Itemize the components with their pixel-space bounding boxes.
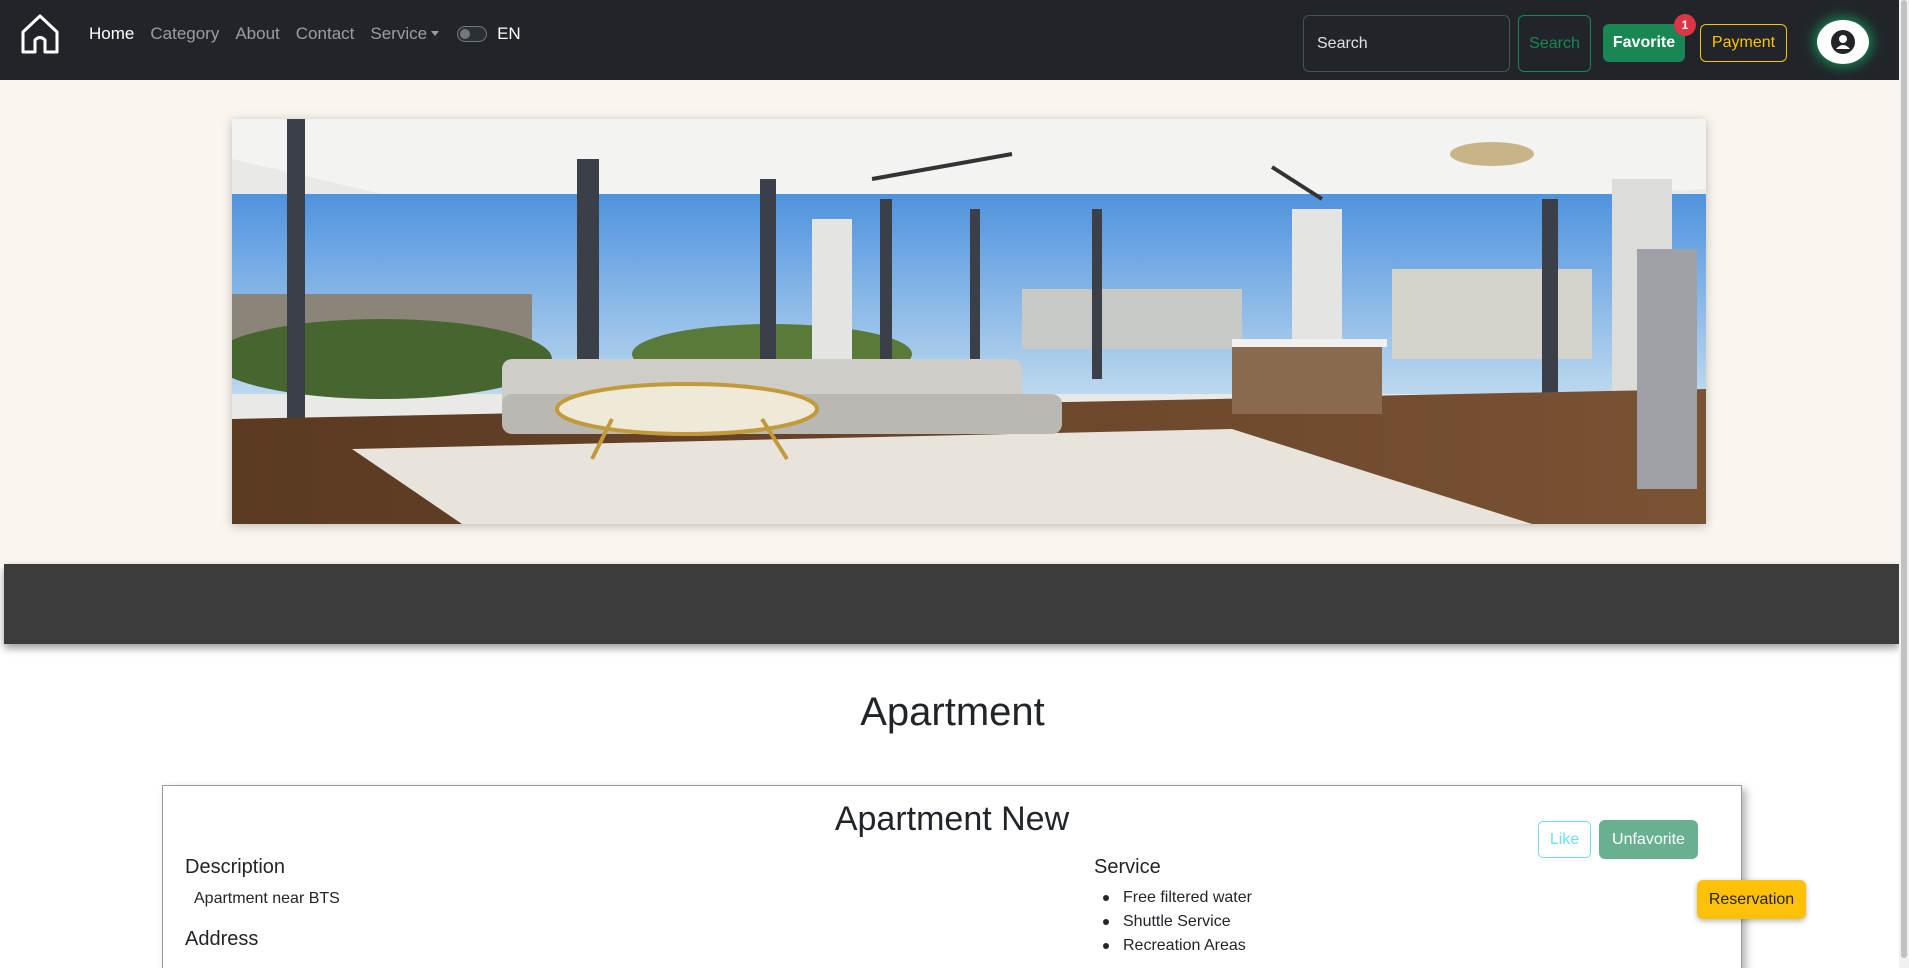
hero-section (0, 80, 1899, 564)
service-list: Free filtered water Shuttle Service Recr… (1103, 886, 1252, 958)
nav-link-home[interactable]: Home (89, 24, 134, 44)
home-icon[interactable] (19, 12, 61, 56)
user-icon (1831, 30, 1855, 54)
apartment-living-room-photo (232, 119, 1706, 524)
nav-link-category[interactable]: Category (150, 24, 219, 44)
scrollbar-thumb[interactable] (1901, 0, 1907, 958)
hero-image (232, 119, 1706, 524)
dark-divider-band (4, 564, 1899, 644)
page-title: Apartment (860, 690, 1045, 734)
theme-toggle-switch[interactable] (457, 26, 488, 42)
service-heading: Service (1094, 856, 1161, 878)
nav-dropdown-service[interactable]: Service (370, 24, 440, 44)
nav-link-contact[interactable]: Contact (296, 24, 355, 44)
payment-button[interactable]: Payment (1700, 24, 1787, 62)
service-item: Shuttle Service (1103, 910, 1252, 934)
top-navbar: Home Category About Contact Service EN S… (0, 0, 1899, 80)
listing-card: Apartment New Like Unfavorite Descriptio… (162, 785, 1742, 968)
service-item: Free filtered water (1103, 886, 1252, 910)
reservation-button[interactable]: Reservation (1697, 880, 1806, 919)
toggle-knob (460, 29, 471, 39)
search-button[interactable]: Search (1518, 15, 1591, 72)
description-heading: Description (185, 856, 286, 878)
service-item: Recreation Areas (1103, 934, 1252, 958)
favorite-count-badge: 1 (1674, 14, 1696, 36)
caret-down-icon (431, 31, 440, 36)
listing-title: Apartment New (834, 800, 1070, 838)
user-avatar[interactable] (1817, 20, 1869, 64)
address-heading: Address (185, 928, 259, 950)
description-text: Apartment near BTS (194, 890, 340, 907)
search-input[interactable] (1303, 15, 1510, 72)
favorite-button[interactable]: Favorite (1603, 24, 1685, 62)
nav-links: Home Category About Contact Service EN (89, 24, 521, 44)
nav-link-about[interactable]: About (235, 24, 279, 44)
like-button[interactable]: Like (1538, 821, 1591, 858)
nav-dropdown-service-label: Service (370, 24, 428, 43)
language-label[interactable]: EN (497, 24, 521, 44)
unfavorite-button[interactable]: Unfavorite (1599, 820, 1698, 859)
